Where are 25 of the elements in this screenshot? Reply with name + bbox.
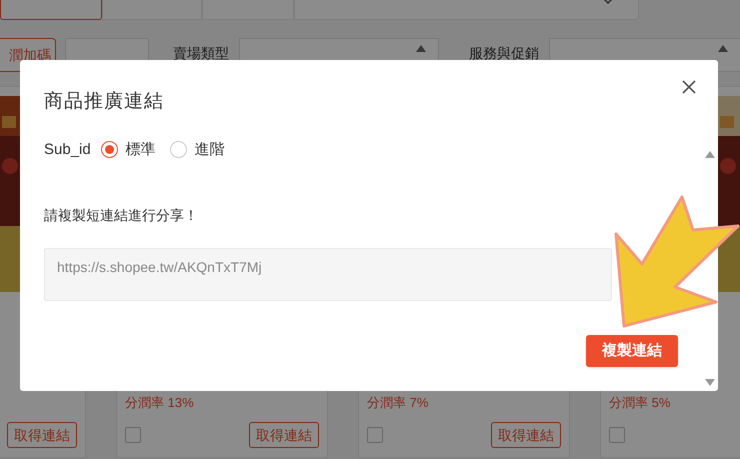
link-field[interactable]: https://s.shopee.tw/AKQnTxT7Mj <box>44 248 612 301</box>
instruction-text: 請複製短連結進行分享！ <box>44 206 199 225</box>
caret-icon <box>718 45 728 52</box>
radio-button[interactable] <box>170 141 187 158</box>
get-link-button[interactable]: 取得連結 <box>249 422 319 448</box>
checkbox[interactable] <box>367 427 383 443</box>
checkbox[interactable] <box>609 427 625 443</box>
copy-link-button[interactable]: 複製連結 <box>586 335 678 367</box>
commission-rate: 分潤率 13% <box>125 394 195 412</box>
caret-icon <box>416 45 426 52</box>
scroll-down-icon[interactable] <box>705 379 715 386</box>
get-link-button[interactable]: 取得連結 <box>491 422 561 448</box>
radio-button[interactable] <box>100 141 118 158</box>
radio-label[interactable]: 進階 <box>194 138 225 161</box>
commission-rate: 分潤率 7% <box>367 394 430 412</box>
checkbox[interactable] <box>125 427 141 443</box>
shop-type-label: 賣場類型 <box>173 44 229 62</box>
radio-label[interactable]: 標準 <box>126 138 156 161</box>
close-icon[interactable] <box>682 80 696 94</box>
get-link-button[interactable]: 取得連結 <box>7 422 77 448</box>
dialog-title: 商品推廣連結 <box>44 90 165 114</box>
service-label: 服務與促銷 <box>469 44 539 62</box>
scroll-up-icon[interactable] <box>705 151 715 158</box>
commission-rate: 分潤率 5% <box>609 394 672 412</box>
sub-id-label: Sub_id <box>44 140 91 160</box>
